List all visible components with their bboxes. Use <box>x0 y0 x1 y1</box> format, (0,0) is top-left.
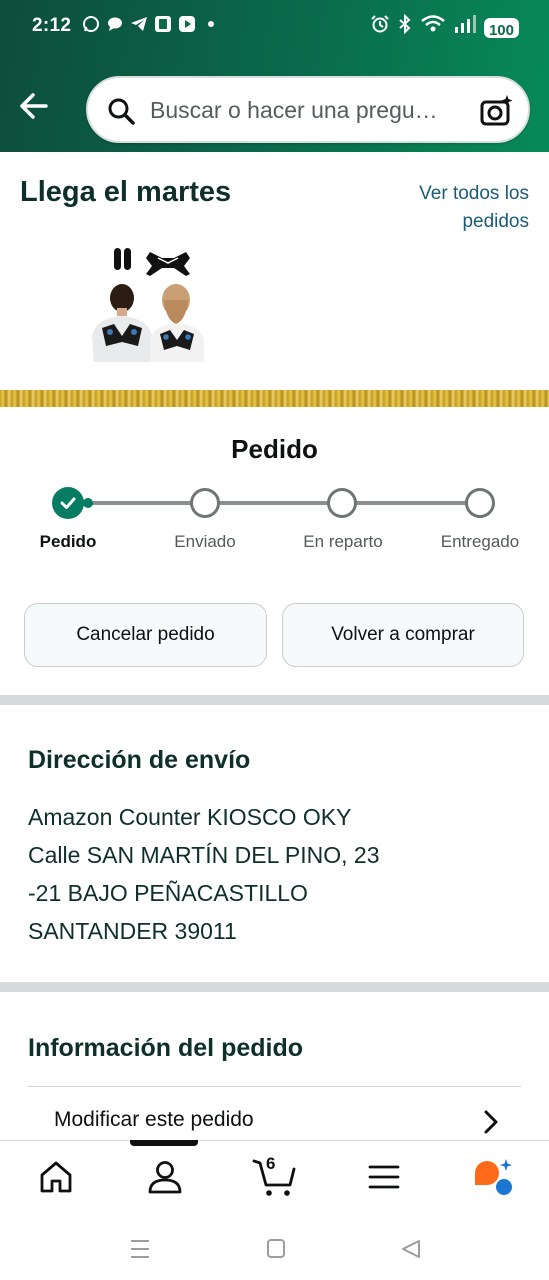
wifi-icon <box>420 14 446 41</box>
order-progress-tracker <box>0 486 549 520</box>
signal-icon <box>454 14 476 41</box>
order-info-title: Información del pedido <box>28 1034 304 1062</box>
shipping-address: Amazon Counter KIOSCO OKY Calle SAN MART… <box>28 798 380 950</box>
bottom-nav: 6 <box>0 1140 549 1218</box>
home-icon[interactable] <box>36 1157 76 1197</box>
app-header: 2:12 100 Buscar o hacer una pregu… <box>0 0 549 152</box>
cancel-order-button[interactable]: Cancelar pedido <box>24 603 267 667</box>
chat-bubble-icon <box>106 15 124 33</box>
step-label-pedido: Pedido <box>39 532 97 551</box>
progress-track <box>68 501 480 505</box>
chevron-right-icon[interactable] <box>480 1108 502 1136</box>
section-divider <box>0 695 549 705</box>
step-node-enviado <box>190 488 220 518</box>
status-time: 2:12 <box>32 15 72 36</box>
whatsapp-icon <box>82 15 100 33</box>
address-line: Calle SAN MARTÍN DEL PINO, 23 <box>28 842 380 868</box>
address-line: Amazon Counter KIOSCO OKY <box>28 804 352 830</box>
home-button-icon[interactable] <box>264 1238 288 1260</box>
step-node-entregado <box>465 488 495 518</box>
bluetooth-icon <box>398 13 412 41</box>
recents-icon[interactable] <box>128 1238 152 1260</box>
address-line: SANTANDER 39011 <box>28 918 237 944</box>
account-icon[interactable] <box>145 1157 185 1197</box>
search-icon <box>106 96 136 126</box>
rufus-ai-icon[interactable] <box>472 1157 516 1197</box>
system-navigation-bar <box>0 1218 549 1280</box>
separator <box>28 1086 521 1087</box>
step-label-enviado: Enviado <box>174 532 236 551</box>
cart-count-badge: 6 <box>266 1154 276 1173</box>
search-input[interactable]: Buscar o hacer una pregu… <box>150 97 462 124</box>
buy-again-button[interactable]: Volver a comprar <box>282 603 524 667</box>
menu-icon[interactable] <box>364 1157 404 1197</box>
camera-search-icon[interactable] <box>480 94 514 128</box>
step-label-entregado: Entregado <box>440 532 520 551</box>
status-right: 100 <box>370 13 519 41</box>
shipping-address-title: Dirección de envío <box>28 746 251 774</box>
status-bar: 2:12 100 <box>0 0 549 56</box>
see-all-orders-link[interactable]: Ver todos los pedidos <box>379 180 529 236</box>
checkmark-icon <box>60 497 76 509</box>
play-icon <box>178 15 196 33</box>
alarm-icon <box>370 14 390 41</box>
back-button[interactable] <box>16 86 52 126</box>
telegram-icon <box>130 15 148 33</box>
battery-indicator: 100 <box>483 17 519 39</box>
active-tab-indicator <box>130 1140 198 1146</box>
step-progress-dot <box>83 498 93 508</box>
section-divider <box>0 982 549 992</box>
step-node-en-reparto <box>327 488 357 518</box>
notification-icons <box>82 15 220 33</box>
order-status-title: Pedido <box>231 434 318 464</box>
sim-icon <box>154 15 172 33</box>
decorative-divider <box>0 390 549 407</box>
back-nav-icon[interactable] <box>399 1238 423 1260</box>
step-label-en-reparto: En reparto <box>303 532 383 551</box>
modify-order-link[interactable]: Modificar este pedido <box>54 1108 254 1132</box>
cart-icon[interactable]: 6 <box>252 1154 298 1197</box>
step-node-pedido <box>52 487 84 519</box>
product-image[interactable] <box>84 244 212 366</box>
more-notifications-dot <box>202 15 220 33</box>
search-bar[interactable]: Buscar o hacer una pregu… <box>86 76 530 143</box>
delivery-date-heading: Llega el martes <box>20 176 232 208</box>
address-line: -21 BAJO PEÑACASTILLO <box>28 880 308 906</box>
